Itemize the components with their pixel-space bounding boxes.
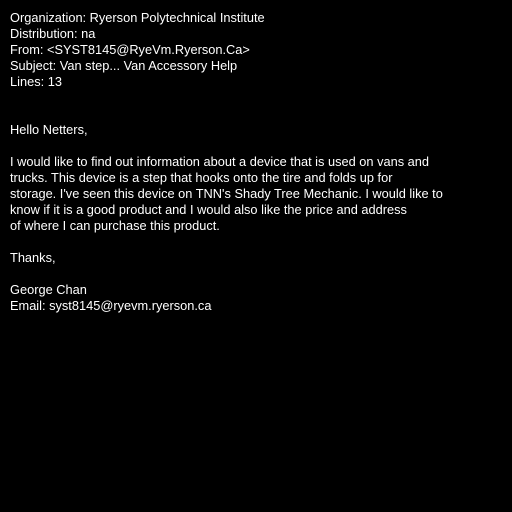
email-header: Organization: Ryerson Polytechnical Inst… (10, 10, 505, 90)
from-line: From: <SYST8145@RyeVm.Ryerson.Ca> (10, 42, 250, 57)
signature-name: George Chan (10, 282, 87, 297)
signature-email: Email: syst8145@ryevm.ryerson.ca (10, 298, 212, 313)
lines-count-line: Lines: 13 (10, 74, 62, 89)
distribution-line: Distribution: na (10, 26, 96, 41)
greeting-line: Hello Netters, (10, 122, 88, 137)
paragraph-line: storage. I've seen this device on TNN's … (10, 186, 443, 201)
paragraph-line: I would like to find out information abo… (10, 154, 430, 169)
body-paragraph: I would like to find out information abo… (10, 154, 505, 234)
organization-line: Organization: Ryerson Polytechnical Inst… (10, 10, 265, 25)
paragraph-line: trucks. This device is a step that hooks… (10, 170, 393, 185)
paragraph-line: know if it is a good product and I would… (10, 202, 407, 217)
email-body: Hello Netters, I would like to find out … (10, 122, 505, 314)
closing-line: Thanks, (10, 250, 56, 265)
paragraph-line: of where I can purchase this product. (10, 218, 220, 233)
subject-line: Subject: Van step... Van Accessory Help (10, 58, 238, 73)
email-message: Organization: Ryerson Polytechnical Inst… (10, 10, 505, 314)
